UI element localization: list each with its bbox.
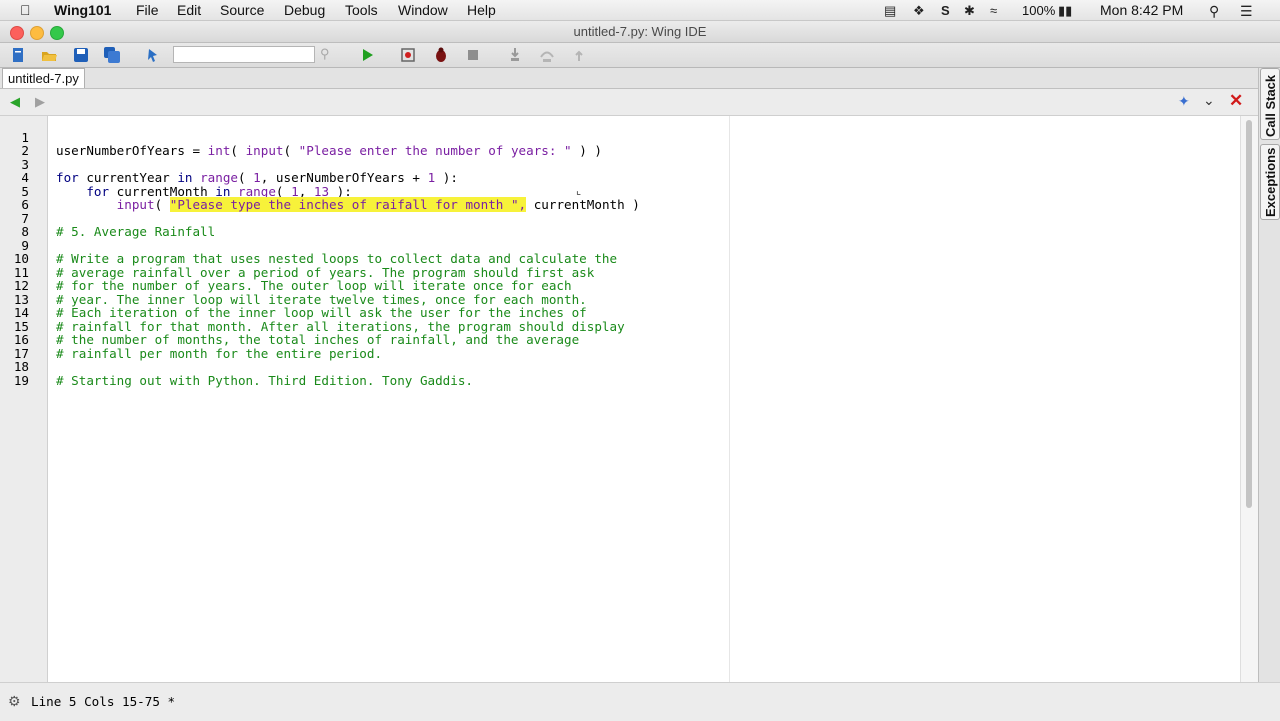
app-menu[interactable]: Wing101 [54, 2, 111, 18]
tab-untitled-7[interactable]: untitled-7.py [2, 68, 85, 88]
line-number: 19 [13, 372, 29, 388]
call-stack-label: Call Stack [1263, 74, 1278, 137]
apple-menu-icon[interactable]:  [20, 2, 31, 18]
debug-bug-icon[interactable] [432, 46, 450, 64]
code-line: 16 # rainfall per month for the entire p… [0, 320, 1240, 360]
step-over-icon[interactable] [538, 46, 556, 64]
menu-window[interactable]: Window [398, 2, 448, 18]
menu-debug[interactable]: Debug [284, 2, 325, 18]
code-line: 13 # Each iteration of the inner loop wi… [0, 279, 1240, 319]
status-bar: ⚙ Line 5 Cols 15-75 * [0, 682, 1280, 721]
battery-percent: 100% [1022, 3, 1056, 18]
code-line: 19 [0, 360, 1240, 386]
dropbox-icon[interactable]: ❖ [913, 3, 925, 19]
tab-call-stack[interactable]: Call Stack [1260, 68, 1280, 140]
notification-center-icon[interactable]: ☰ [1240, 3, 1253, 20]
code-line: 2 [0, 131, 1240, 157]
toolbar: ⚲ [0, 43, 1280, 68]
wifi-icon[interactable]: ≈ [990, 3, 997, 18]
code-line: 8 [0, 212, 1240, 238]
code-line: 14 # rainfall for that month. After all … [0, 293, 1240, 333]
window-title: untitled-7.py: Wing IDE [573, 24, 707, 39]
menu-help[interactable]: Help [467, 2, 496, 18]
code-line: 18 # Starting out with Python. Third Edi… [0, 347, 1240, 387]
editor-tab-strip: untitled-7.py [0, 68, 1258, 89]
code-line: 6 [0, 185, 1240, 211]
new-file-icon[interactable] [9, 46, 27, 64]
spotlight-search-icon[interactable]: ⚲ [1209, 3, 1219, 20]
breakpoint-icon[interactable] [399, 46, 417, 64]
code-line: 17 [0, 333, 1240, 359]
skype-icon[interactable]: S [941, 3, 950, 18]
code-line: 4 for currentMonth in range( 1, 13 ): [0, 158, 1240, 198]
step-out-icon[interactable] [570, 46, 588, 64]
tab-exceptions[interactable]: Exceptions [1260, 144, 1280, 220]
code-line: 12 # year. The inner loop will iterate t… [0, 266, 1240, 306]
exceptions-label: Exceptions [1263, 147, 1278, 217]
menu-bar:  Wing101 File Edit Source Debug Tools W… [0, 0, 1280, 21]
code-line: 7 # 5. Average Rainfall [0, 198, 1240, 238]
save-all-icon[interactable] [103, 46, 121, 64]
screen-record-icon[interactable]: ▤ [884, 3, 896, 19]
open-folder-icon[interactable] [40, 46, 58, 64]
menu-edit[interactable]: Edit [177, 2, 201, 18]
battery-icon[interactable]: ▮▮ [1058, 3, 1072, 19]
editor-vertical-scrollbar[interactable] [1240, 116, 1259, 682]
stop-icon[interactable] [464, 46, 482, 64]
code-editor[interactable]: 1 userNumberOfYears = int( input( "Pleas… [0, 116, 1240, 682]
back-arrow-icon[interactable]: ◀ [10, 94, 20, 110]
comment: # Starting out with Python. Third Editio… [56, 372, 474, 388]
window-titlebar: untitled-7.py: Wing IDE [0, 21, 1280, 43]
side-tool-tabs: Call Stack Exceptions [1258, 68, 1280, 682]
chevron-down-icon[interactable]: ⌄ [1203, 92, 1215, 109]
toolbar-search-input[interactable] [173, 46, 315, 63]
close-editor-icon[interactable]: ✕ [1229, 91, 1243, 111]
search-icon[interactable]: ⚲ [320, 46, 330, 62]
menu-file[interactable]: File [136, 2, 159, 18]
select-tool-icon[interactable] [145, 46, 163, 64]
bluetooth-icon[interactable]: ✱ [964, 3, 975, 19]
code-line: 5 input( "Please type the inches of raif… [0, 171, 1240, 212]
menu-source[interactable]: Source [220, 2, 264, 18]
code-line: 3 for currentYear in range( 1, userNumbe… [0, 144, 1240, 184]
code-line: 1 userNumberOfYears = int( input( "Pleas… [0, 117, 1240, 157]
code-line: 15 # the number of months, the total inc… [0, 306, 1240, 346]
editor-nav-bar: ◀ ▶ ✦ ⌄ ✕ [0, 89, 1258, 116]
code-line: 10 # average rainfall over a period of y… [0, 239, 1240, 279]
gear-icon[interactable]: ⚙ [8, 693, 21, 710]
save-icon[interactable] [72, 46, 90, 64]
menubar-clock[interactable]: Mon 8:42 PM [1100, 2, 1183, 18]
pin-icon[interactable]: ✦ [1178, 93, 1190, 110]
ibeam-cursor-icon: ⌞ [576, 185, 582, 197]
scrollbar-thumb[interactable] [1246, 120, 1252, 508]
code-line: 9 # Write a program that uses nested loo… [0, 225, 1240, 265]
code-line: 11 # for the number of years. The outer … [0, 252, 1240, 292]
code-lines: 1 userNumberOfYears = int( input( "Pleas… [0, 117, 1240, 387]
run-icon[interactable] [358, 46, 376, 64]
step-into-icon[interactable] [506, 46, 524, 64]
menu-tools[interactable]: Tools [345, 2, 378, 18]
forward-arrow-icon[interactable]: ▶ [35, 94, 45, 110]
cursor-position-status: Line 5 Cols 15-75 * [31, 694, 176, 709]
